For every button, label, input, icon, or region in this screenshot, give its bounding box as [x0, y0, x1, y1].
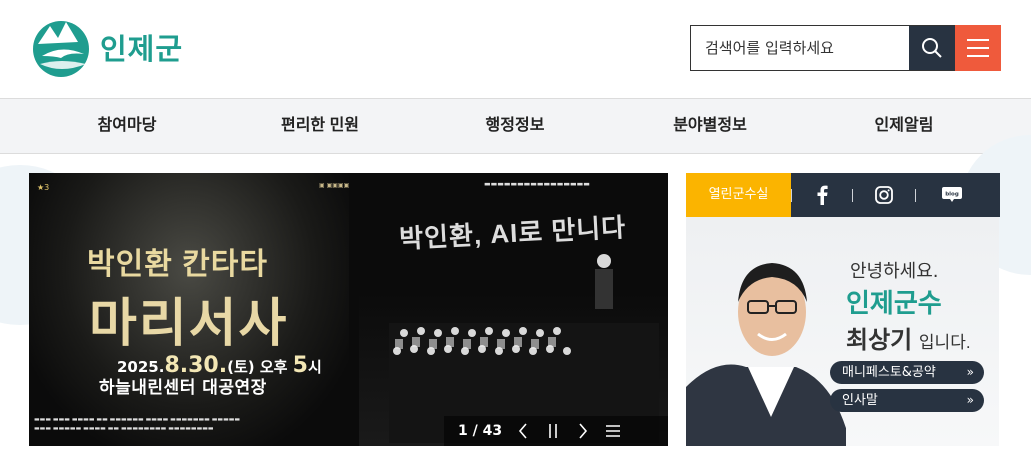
facebook-icon	[817, 185, 828, 205]
chevron-left-icon	[518, 423, 527, 439]
slide-next-button[interactable]	[568, 416, 598, 446]
banner-host-logo: ▣ ▣▣▣▣	[319, 182, 350, 189]
site-header: 인제군	[0, 0, 1031, 98]
mayor-greeting-panel: 안녕하세요. 인제군수 최상기 입니다. 매니페스토&공약 » 인사말 »	[686, 217, 999, 446]
hamburger-icon	[967, 39, 989, 41]
search-box	[690, 25, 955, 71]
mayor-photo	[686, 263, 846, 446]
nav-item-news[interactable]: 인제알림	[875, 99, 934, 153]
search-button[interactable]	[909, 26, 955, 70]
main-nav: 참여마당 편리한 민원 행정정보 분야별정보 인제알림	[0, 98, 1031, 154]
main-banner-slide[interactable]: ★3 ▣ ▣▣▣▣ ▬▬▬▬▬▬▬▬▬▬▬▬▬▬▬▬ 박인환, AI로 만니다 …	[29, 173, 668, 446]
chevron-right-icon	[579, 423, 588, 439]
svg-text:blog: blog	[945, 192, 959, 198]
blog-link[interactable]: blog	[926, 173, 978, 217]
nav-item-participation[interactable]: 참여마당	[98, 99, 157, 153]
banner-sponsor-text: ▬▬▬▬▬▬▬▬▬▬▬▬▬▬▬▬	[484, 180, 590, 188]
greeting-title: 인제군수	[846, 288, 942, 318]
facebook-link[interactable]	[796, 173, 848, 217]
slide-controls: 1 / 43	[444, 416, 668, 446]
nav-item-field-info[interactable]: 분야별정보	[673, 99, 747, 153]
manifesto-button[interactable]: 매니페스토&공약 »	[830, 361, 984, 384]
tab-open-mayor-office[interactable]: 열린군수실	[686, 173, 791, 217]
mayor-name: 최상기 입니다.	[846, 327, 971, 354]
list-icon	[606, 425, 620, 437]
nav-item-administration[interactable]: 행정정보	[486, 99, 545, 153]
banner-title-line1: 박인환 칸타타	[87, 248, 268, 281]
pause-icon	[549, 424, 557, 438]
instagram-icon	[875, 186, 893, 204]
slide-counter: 1 / 43	[458, 423, 503, 439]
nav-item-civil-service[interactable]: 편리한 민원	[281, 99, 359, 153]
banner-fine-print: ▬▬▬ ▬▬▬ ▬▬▬▬ ▬▬ ▬▬▬▬▬▬ ▬▬▬▬ ▬▬▬▬▬▬▬ ▬▬▬▬…	[34, 416, 241, 432]
blog-icon: blog	[942, 187, 962, 202]
search-icon	[922, 38, 942, 58]
greeting-line1: 안녕하세요.	[850, 261, 939, 282]
instagram-link[interactable]	[858, 173, 910, 217]
slide-pause-button[interactable]	[538, 416, 568, 446]
double-chevron-right-icon: »	[966, 393, 974, 407]
site-logo[interactable]: 인제군	[28, 14, 198, 80]
side-tabs: 열린군수실 blog	[686, 173, 1000, 217]
search-input[interactable]	[691, 26, 909, 70]
banner-title-line2: 마리서사	[89, 296, 289, 353]
greeting-button[interactable]: 인사말 »	[830, 389, 984, 412]
logo-emblem-icon	[33, 21, 89, 77]
slide-prev-button[interactable]	[508, 416, 538, 446]
slide-list-button[interactable]	[598, 416, 628, 446]
logo-text: 인제군	[100, 32, 184, 66]
banner-venue: 하늘내린센터 대공연장	[99, 378, 267, 398]
double-chevron-right-icon: »	[966, 365, 974, 379]
all-menu-button[interactable]	[955, 25, 1001, 71]
banner-festival-logo: ★3	[37, 183, 50, 192]
